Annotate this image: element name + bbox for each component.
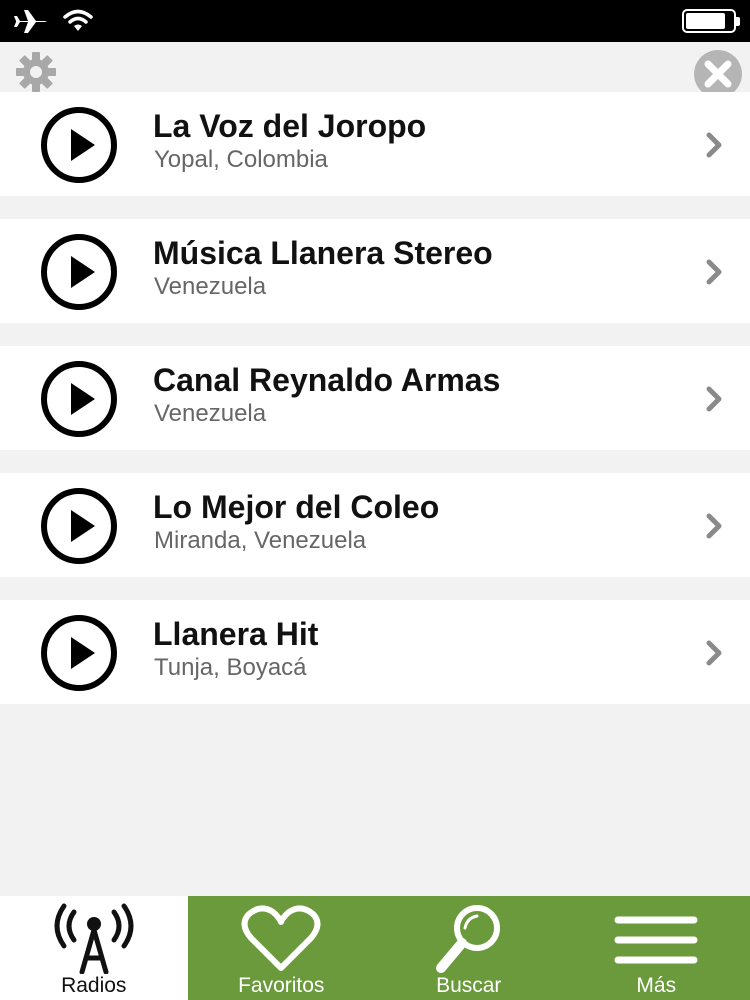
station-location: Venezuela bbox=[154, 273, 267, 300]
tab-favoritos[interactable]: Favoritos bbox=[187, 896, 375, 1000]
status-time: 3:52 p.m. bbox=[318, 7, 432, 35]
play-icon[interactable] bbox=[40, 360, 118, 438]
tab-label: Más bbox=[636, 974, 677, 997]
tab-radios[interactable]: Radios bbox=[0, 896, 188, 1000]
tab-label: Radios bbox=[61, 974, 127, 997]
tab-mas[interactable]: Más bbox=[562, 896, 750, 1000]
station-name: Llanera Hit bbox=[153, 616, 319, 652]
heart-icon bbox=[241, 905, 321, 971]
gear-icon bbox=[16, 52, 56, 92]
station-location: Tunja, Boyacá bbox=[154, 654, 307, 681]
tab-label: Buscar bbox=[436, 974, 502, 997]
menu-icon bbox=[614, 916, 698, 964]
station-location: Miranda, Venezuela bbox=[154, 527, 367, 554]
station-name: Música Llanera Stereo bbox=[153, 235, 493, 271]
magnifier-icon bbox=[435, 905, 500, 973]
play-icon[interactable] bbox=[40, 614, 118, 692]
tab-bar: Radios Favoritos Buscar Más bbox=[0, 896, 750, 1000]
antenna-icon bbox=[54, 903, 134, 974]
chevron-right-icon bbox=[706, 132, 722, 158]
station-name: Canal Reynaldo Armas bbox=[153, 362, 501, 398]
tab-label: Favoritos bbox=[238, 974, 325, 997]
play-icon[interactable] bbox=[40, 487, 118, 565]
station-location: Venezuela bbox=[154, 400, 267, 427]
chevron-right-icon bbox=[706, 640, 722, 666]
station-row[interactable]: Canal Reynaldo Armas Venezuela bbox=[0, 346, 750, 450]
chevron-right-icon bbox=[706, 259, 722, 285]
station-row[interactable]: Llanera Hit Tunja, Boyacá bbox=[0, 600, 750, 704]
settings-button[interactable] bbox=[12, 48, 60, 96]
station-location: Yopal, Colombia bbox=[154, 146, 328, 173]
station-list: La Voz del Joropo Yopal, Colombia Música… bbox=[0, 92, 750, 727]
station-row[interactable]: Música Llanera Stereo Venezuela bbox=[0, 219, 750, 323]
chevron-right-icon bbox=[706, 386, 722, 412]
station-row[interactable]: Lo Mejor del Coleo Miranda, Venezuela bbox=[0, 473, 750, 577]
tab-buscar[interactable]: Buscar bbox=[375, 896, 563, 1000]
station-name: Lo Mejor del Coleo bbox=[153, 489, 440, 525]
station-row[interactable]: La Voz del Joropo Yopal, Colombia bbox=[0, 92, 750, 196]
chevron-right-icon bbox=[706, 513, 722, 539]
play-icon[interactable] bbox=[40, 106, 118, 184]
play-icon[interactable] bbox=[40, 233, 118, 311]
station-name: La Voz del Joropo bbox=[153, 108, 427, 144]
